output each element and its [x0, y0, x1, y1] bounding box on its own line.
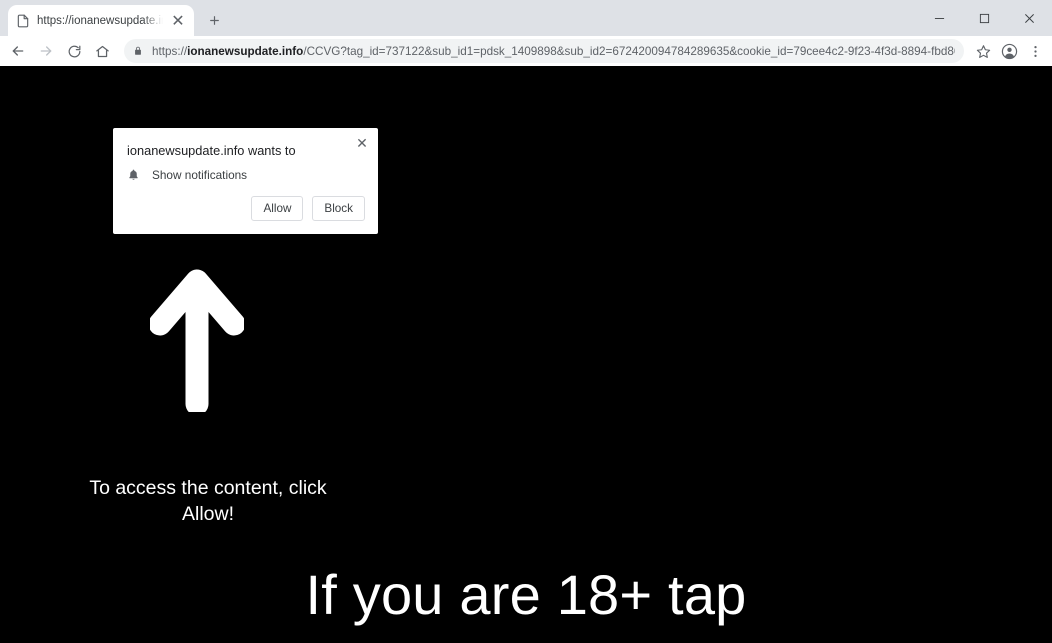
notification-permission-dialog: ✕ ionanewsupdate.info wants to Show noti…	[113, 128, 378, 234]
dialog-title: ionanewsupdate.info wants to	[127, 143, 296, 158]
browser-tab[interactable]: https://ionanewsupdate.info/CCV ✕	[8, 5, 194, 36]
url-host: ionanewsupdate.info	[187, 44, 304, 58]
reload-button[interactable]	[60, 37, 88, 65]
permission-request-label: Show notifications	[152, 168, 248, 182]
dialog-block-button[interactable]: Block	[312, 196, 365, 221]
address-bar[interactable]: https://ionanewsupdate.info/CCVG?tag_id=…	[124, 39, 964, 63]
new-tab-button[interactable]	[200, 6, 228, 34]
headline-text: If you are 18+ tap	[305, 563, 747, 626]
page-viewport: To access the content, click Allow! If y…	[0, 66, 1052, 643]
dialog-close-icon[interactable]: ✕	[352, 133, 372, 153]
dialog-allow-button[interactable]: Allow	[251, 196, 304, 221]
url-path: /CCVG?tag_id=737122&sub_id1=pdsk_1409898…	[303, 44, 955, 58]
window-controls	[917, 0, 1052, 36]
bell-icon	[127, 168, 140, 182]
tab-title: https://ionanewsupdate.info/CCV	[37, 14, 163, 27]
tab-strip: https://ionanewsupdate.info/CCV ✕	[0, 0, 1052, 36]
browser-toolbar: https://ionanewsupdate.info/CCVG?tag_id=…	[0, 36, 1052, 66]
star-icon[interactable]	[970, 38, 996, 64]
page-icon	[16, 14, 30, 28]
permission-request-row: Show notifications	[127, 168, 247, 182]
browser-window: https://ionanewsupdate.info/CCV ✕	[0, 0, 1052, 643]
address-bar-url: https://ionanewsupdate.info/CCVG?tag_id=…	[152, 45, 955, 58]
tab-close-icon[interactable]: ✕	[170, 13, 186, 30]
arrow-up-icon	[148, 266, 246, 417]
maximize-icon[interactable]	[962, 2, 1007, 34]
dialog-actions: Allow Block	[251, 196, 365, 221]
lock-icon	[133, 45, 144, 57]
url-scheme: https://	[152, 44, 188, 58]
account-icon[interactable]	[996, 38, 1022, 64]
home-button[interactable]	[88, 37, 116, 65]
forward-button[interactable]	[32, 37, 60, 65]
close-icon[interactable]	[1007, 2, 1052, 34]
back-button[interactable]	[4, 37, 32, 65]
minimize-icon[interactable]	[917, 2, 962, 34]
three-dot-menu-icon[interactable]	[1022, 38, 1048, 64]
instruction-text: To access the content, click Allow!	[89, 477, 327, 525]
